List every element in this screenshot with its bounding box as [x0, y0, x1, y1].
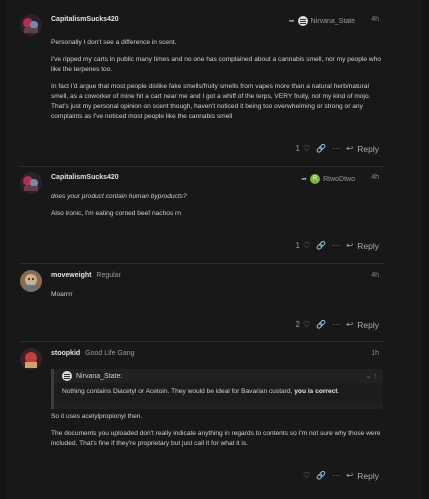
post-body: So it uses acetylpropionyl then. The doc…	[51, 412, 385, 456]
author-name[interactable]: stoopkid	[51, 350, 80, 357]
heart-icon: ♡	[303, 320, 311, 329]
post-body: does your product contain human byproduc…	[51, 192, 385, 226]
author-name[interactable]: CapitalismSucks420	[51, 16, 119, 23]
link-icon[interactable]: 🔗	[316, 241, 326, 250]
reply-to-name: Nirvana_State	[310, 17, 355, 25]
more-icon[interactable]: ···	[332, 144, 340, 153]
post-paragraph: Also ironic, I'm eating corned beef nach…	[51, 210, 181, 217]
post-actions: 1 ♡ 🔗 ··· ↩ Reply	[296, 240, 379, 251]
reply-label: Reply	[357, 319, 379, 330]
like-count: 1	[295, 144, 300, 153]
reply-to-name: RtwoDtwo	[323, 175, 355, 183]
post-divider	[20, 341, 385, 342]
link-icon[interactable]: 🔗	[316, 144, 326, 153]
post-paragraph: I've ripped my carts in public many time…	[51, 56, 382, 73]
post-paragraph: The documents you uploaded don't really …	[51, 430, 381, 447]
reply-to[interactable]: ➦ Nirvana_State	[289, 16, 355, 26]
link-icon[interactable]: 🔗	[316, 471, 326, 480]
like-count: 2	[295, 320, 300, 329]
post-body: Personally I don't see a difference in s…	[51, 38, 385, 129]
like-button[interactable]: 1 ♡	[296, 241, 311, 250]
post-actions: 2 ♡ 🔗 ··· ↩ Reply	[296, 319, 379, 330]
reply-to[interactable]: ➦ R RtwoDtwo	[301, 174, 355, 184]
post-header: CapitalismSucks420 ➦ Nirvana_State 4h	[51, 16, 385, 26]
like-button[interactable]: 2 ♡	[296, 320, 311, 329]
post: CapitalismSucks420 ➦ R RtwoDtwo 4h does …	[20, 172, 385, 258]
heart-icon: ♡	[303, 144, 311, 153]
arrow-up-icon[interactable]: ↑	[374, 373, 378, 380]
chevron-down-icon[interactable]: ⌄	[366, 373, 372, 380]
reply-label: Reply	[357, 143, 379, 154]
post: stoopkid Good Life Gang 1h Nirvana_State…	[20, 348, 385, 488]
post-paragraph: So it uses acetylpropionyl then.	[51, 413, 143, 420]
quote-controls[interactable]: ⌄ ↑	[366, 372, 377, 380]
post-paragraph: Moarrrr	[51, 291, 73, 298]
post-paragraph: In fact I'd argue that most people disli…	[51, 83, 371, 120]
quote-bold-text: you is correct	[294, 388, 338, 395]
post-actions: ♡ 🔗 ··· ↩ Reply	[303, 470, 379, 481]
like-count: 1	[295, 241, 300, 250]
post-header: moveweight Regular 4h	[51, 272, 385, 282]
reply-icon: ↩	[346, 319, 354, 329]
post-time[interactable]: 1h	[371, 350, 379, 357]
quote-end: .	[337, 388, 340, 395]
quote-header[interactable]: Nirvana_State:	[54, 369, 383, 383]
post-header: stoopkid Good Life Gang 1h	[51, 350, 385, 360]
more-icon[interactable]: ···	[332, 320, 340, 329]
reply-icon: ↩	[346, 240, 354, 250]
reply-arrow-icon: ➦	[288, 18, 295, 25]
avatar[interactable]	[20, 14, 42, 36]
post: moveweight Regular 4h Moarrrr 2 ♡ 🔗 ··· …	[20, 270, 385, 340]
post-time[interactable]: 4h	[371, 272, 379, 279]
reply-icon: ↩	[346, 470, 354, 480]
post: CapitalismSucks420 ➦ Nirvana_State 4h Pe…	[20, 14, 385, 164]
quote-author: Nirvana_State:	[76, 372, 123, 380]
post-header: CapitalismSucks420 ➦ R RtwoDtwo 4h	[51, 174, 385, 184]
more-icon[interactable]: ···	[332, 241, 340, 250]
reply-button[interactable]: ↩ Reply	[346, 240, 379, 251]
post-body: Moarrrr	[51, 290, 385, 307]
avatar[interactable]	[20, 172, 42, 194]
author-name[interactable]: moveweight	[51, 272, 91, 279]
reply-arrow-icon: ➦	[301, 176, 308, 183]
quote-block: Nirvana_State: ⌄ ↑ Nothing contains Diac…	[51, 369, 383, 409]
avatar-icon: R	[310, 174, 321, 184]
post-time[interactable]: 4h	[371, 174, 379, 181]
heart-icon[interactable]: ♡	[303, 471, 310, 480]
reply-icon: ↩	[346, 143, 354, 153]
reply-label: Reply	[357, 470, 379, 481]
author-name[interactable]: CapitalismSucks420	[51, 174, 119, 181]
post-paragraph: Personally I don't see a difference in s…	[51, 39, 177, 46]
quote-body: Nothing contains Diacetyl or Acetoin. Th…	[54, 383, 383, 403]
post-divider	[20, 263, 385, 264]
post-time[interactable]: 4h	[371, 16, 379, 23]
avatar-icon	[62, 371, 72, 381]
reply-button[interactable]: ↩ Reply	[346, 470, 379, 481]
avatar[interactable]	[20, 270, 42, 292]
reply-button[interactable]: ↩ Reply	[346, 143, 379, 154]
link-icon[interactable]: 🔗	[316, 320, 326, 329]
reply-label: Reply	[357, 240, 379, 251]
reply-button[interactable]: ↩ Reply	[346, 319, 379, 330]
more-icon[interactable]: ···	[332, 471, 340, 480]
user-title: Regular	[96, 272, 121, 279]
post-actions: 1 ♡ 🔗 ··· ↩ Reply	[296, 143, 379, 154]
heart-icon: ♡	[303, 241, 311, 250]
avatar[interactable]	[20, 348, 42, 370]
like-button[interactable]: 1 ♡	[296, 144, 311, 153]
post-paragraph: does your product contain human byproduc…	[51, 193, 187, 200]
avatar-icon	[297, 16, 308, 26]
post-divider	[20, 166, 385, 167]
user-title: Good Life Gang	[85, 350, 135, 357]
quote-text: Nothing contains Diacetyl or Acetoin. Th…	[62, 388, 293, 395]
